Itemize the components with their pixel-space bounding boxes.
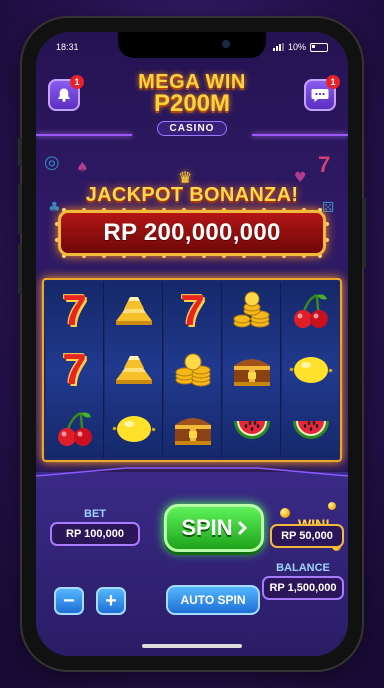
- bet-value: RP 100,000: [50, 522, 140, 546]
- power-button: [362, 198, 366, 268]
- battery-percent: 10%: [287, 42, 306, 52]
- lemon-icon: [282, 341, 339, 399]
- cherry-icon: [282, 282, 339, 340]
- gold-coins-icon: [164, 341, 221, 399]
- logo-subtitle: CASINO: [156, 121, 228, 136]
- volume-up-button: [18, 184, 22, 234]
- jackpot-display: RP 200,000,000: [58, 210, 326, 256]
- gold-coins-icon: [223, 282, 280, 340]
- balance-label: BALANCE: [276, 562, 330, 574]
- bell-icon: [58, 88, 70, 102]
- logo-prize: P200M: [153, 90, 231, 117]
- chat-button[interactable]: 1: [304, 75, 340, 111]
- signal-icon: [272, 43, 284, 51]
- seven-icon: 7: [62, 345, 87, 394]
- treasure-chest-icon: [223, 341, 280, 399]
- reel-5: [282, 282, 339, 458]
- auto-spin-button[interactable]: AUTO SPIN: [166, 585, 260, 615]
- logo-title: MEGA WIN: [138, 71, 246, 93]
- watermelon-icon: [223, 400, 280, 458]
- phone-frame: 18:31 10% 1 1 MEGA WIN P200M CASINO ◎ ♠ …: [18, 18, 366, 670]
- increase-bet-button[interactable]: +: [96, 587, 126, 615]
- gold-bar-icon: [105, 341, 162, 399]
- chat-bubble-icon: [311, 89, 329, 102]
- bet-label: BET: [84, 508, 106, 520]
- gold-bar-icon: [105, 282, 162, 340]
- neon-divider-left: [36, 134, 132, 136]
- game-logo: MEGA WIN P200M CASINO: [96, 72, 288, 136]
- spin-button[interactable]: SPIN: [164, 504, 264, 552]
- notifications-badge: 1: [70, 75, 84, 89]
- cherry-icon: [46, 400, 103, 458]
- battery-icon: [310, 42, 328, 52]
- slot-reels: 7 7 7: [42, 278, 342, 462]
- lemon-icon: [105, 400, 162, 458]
- chevron-right-icon: [237, 521, 247, 535]
- reel-2: [105, 282, 163, 458]
- seven-icon: 7: [62, 286, 87, 335]
- status-time: 18:31: [56, 42, 79, 52]
- reel-3: 7: [164, 282, 222, 458]
- win-value: RP 50,000: [270, 524, 344, 548]
- spade-icon: ♠: [76, 160, 89, 176]
- jackpot-amount: RP 200,000,000: [103, 219, 281, 246]
- notifications-button[interactable]: 1: [48, 75, 84, 111]
- reel-4: [223, 282, 281, 458]
- watermelon-icon: [282, 400, 339, 458]
- treasure-chest-icon: [164, 400, 221, 458]
- roulette-icon: ◎: [44, 152, 60, 173]
- jackpot-title: JACKPOT BONANZA!: [85, 184, 299, 206]
- neon-seven-icon: 7: [318, 152, 331, 177]
- spin-label: SPIN: [181, 515, 233, 540]
- game-screen: 18:31 10% 1 1 MEGA WIN P200M CASINO ◎ ♠ …: [36, 32, 348, 656]
- panel-glow-divider: [36, 467, 348, 477]
- coin-icon: [328, 502, 336, 510]
- notch: [118, 32, 266, 58]
- front-camera: [222, 40, 230, 48]
- decrease-bet-button[interactable]: −: [54, 587, 84, 615]
- neon-divider-right: [252, 134, 348, 136]
- status-indicators: 10%: [272, 42, 328, 52]
- balance-value: RP 1,500,000: [262, 576, 344, 600]
- home-indicator: [142, 644, 242, 648]
- chat-badge: 1: [326, 75, 340, 89]
- seven-icon: 7: [180, 286, 205, 335]
- reel-1: 7 7: [46, 282, 104, 458]
- volume-down-button: [18, 244, 22, 294]
- mute-switch: [18, 138, 22, 166]
